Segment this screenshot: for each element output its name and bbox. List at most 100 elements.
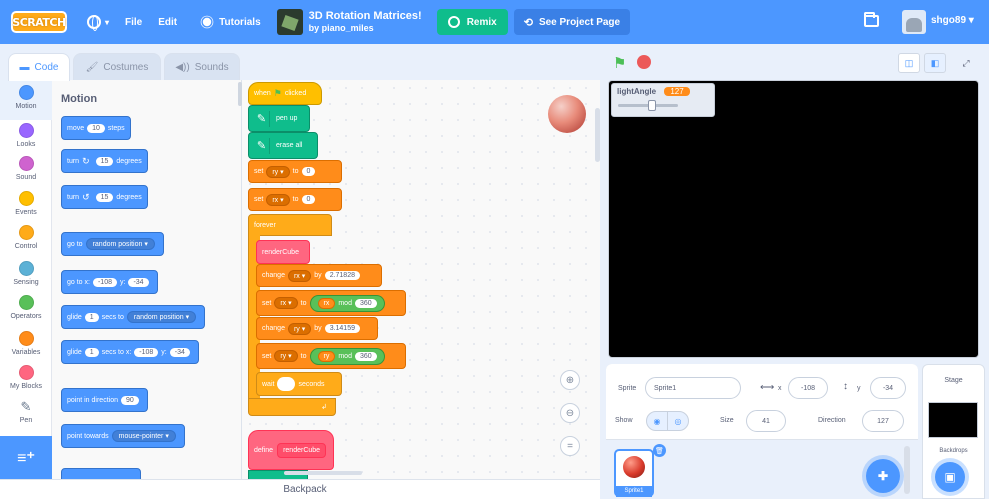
- dropdown-input[interactable]: random position ▾: [126, 311, 197, 323]
- remix-button[interactable]: Remix: [436, 9, 508, 35]
- variable-reporter[interactable]: ry: [317, 350, 336, 362]
- variable-dropdown[interactable]: rx ▾: [287, 269, 312, 282]
- tab-costumes[interactable]: 🖌 Costumes: [73, 53, 161, 80]
- block-go-to[interactable]: go to random position ▾: [61, 232, 164, 256]
- zoom-in-button[interactable]: ⊕: [560, 370, 580, 390]
- block-when-flag-clicked[interactable]: when ⚑ clicked: [248, 82, 322, 105]
- operator-mod[interactable]: rx mod 360: [309, 294, 385, 312]
- edit-menu[interactable]: Edit: [150, 0, 185, 44]
- hide-sprite-button[interactable]: ◎: [667, 411, 689, 431]
- my-stuff-folder-icon[interactable]: [864, 12, 879, 27]
- x-position-input[interactable]: -108: [788, 377, 828, 399]
- direction-input[interactable]: 127: [862, 410, 904, 432]
- stage-canvas[interactable]: lightAngle 127: [608, 80, 979, 358]
- fullscreen-button[interactable]: ⤢: [955, 53, 977, 73]
- block-point-direction[interactable]: point in direction 90: [61, 388, 148, 412]
- scratch-logo[interactable]: SCRATCH: [11, 11, 67, 33]
- block-point-towards[interactable]: point towards mouse-pointer ▾: [61, 424, 185, 448]
- number-input[interactable]: -34: [128, 277, 149, 287]
- block-render-cube-call[interactable]: renderCube: [256, 240, 310, 264]
- large-stage-button[interactable]: ◧: [924, 53, 946, 73]
- category-events[interactable]: Events: [0, 188, 52, 216]
- category-variables[interactable]: Variables: [0, 328, 52, 356]
- number-input[interactable]: 10: [87, 123, 105, 133]
- category-operators[interactable]: Operators: [0, 292, 52, 320]
- stop-button[interactable]: [637, 55, 651, 69]
- value-input[interactable]: 360: [354, 298, 377, 308]
- category-sensing[interactable]: Sensing: [0, 258, 52, 286]
- category-my-blocks[interactable]: My Blocks: [0, 362, 52, 390]
- add-backdrop-button[interactable]: ▣: [935, 462, 965, 492]
- number-input[interactable]: 15: [95, 156, 114, 166]
- sprite-name-input[interactable]: Sprite1: [645, 377, 741, 399]
- number-input[interactable]: -108: [92, 277, 117, 287]
- project-title-block[interactable]: 3D Rotation Matrices! by piano_miles: [309, 10, 422, 34]
- zoom-reset-button[interactable]: =: [560, 436, 580, 456]
- green-flag-button[interactable]: ⚑: [613, 54, 626, 72]
- block-define-render-cube[interactable]: define renderCube: [248, 430, 334, 470]
- dropdown-input[interactable]: mouse-pointer ▾: [111, 430, 176, 442]
- operator-mod[interactable]: ry mod 360: [309, 347, 385, 365]
- zoom-out-button[interactable]: ⊖: [560, 403, 580, 423]
- number-input[interactable]: 1: [84, 347, 99, 357]
- variable-reporter[interactable]: rx: [317, 297, 336, 309]
- small-stage-button[interactable]: ◫: [898, 53, 920, 73]
- number-input[interactable]: -108: [134, 347, 159, 357]
- tab-code[interactable]: ▬ Code: [8, 53, 70, 81]
- block-set-ry-mod[interactable]: set ry ▾ to ry mod 360: [256, 343, 406, 369]
- account-menu[interactable]: shgo89 ▾: [931, 15, 974, 26]
- value-input[interactable]: [277, 377, 296, 391]
- size-input[interactable]: 41: [746, 410, 786, 432]
- value-input[interactable]: 360: [354, 351, 377, 361]
- block-change-rx[interactable]: change rx ▾ by 2.71828: [256, 264, 382, 287]
- file-menu[interactable]: File: [117, 0, 150, 44]
- block-go-to-xy[interactable]: go to x: -108 y: -34: [61, 270, 158, 294]
- backpack[interactable]: Backpack: [0, 479, 600, 499]
- avatar[interactable]: [902, 10, 926, 34]
- block-glide-xy[interactable]: glide 1 secs to x: -108 y: -34: [61, 340, 199, 364]
- block-set-rx[interactable]: set rx ▾ to 0: [248, 188, 342, 211]
- block-forever[interactable]: forever: [248, 214, 332, 236]
- category-control[interactable]: Control: [0, 222, 52, 250]
- variable-dropdown[interactable]: rx ▾: [274, 297, 298, 309]
- add-extension-button[interactable]: ≡⁺: [0, 436, 52, 479]
- category-sound[interactable]: Sound: [0, 153, 52, 181]
- category-looks[interactable]: Looks: [0, 120, 52, 148]
- value-input[interactable]: 0: [301, 167, 316, 176]
- sprite-list-scrollbar[interactable]: [904, 446, 910, 494]
- value-input[interactable]: 2.71828: [324, 271, 360, 280]
- block-set-rx-mod[interactable]: set rx ▾ to rx mod 360: [256, 290, 406, 316]
- number-input[interactable]: -34: [169, 347, 190, 357]
- category-motion[interactable]: Motion: [0, 80, 52, 120]
- block-change-ry[interactable]: change ry ▾ by 3.14159: [256, 317, 378, 340]
- script-vertical-scrollbar[interactable]: [595, 108, 600, 162]
- tab-sounds[interactable]: ◀)) Sounds: [164, 53, 240, 80]
- number-input[interactable]: 15: [95, 192, 114, 202]
- value-input[interactable]: 3.14159: [324, 324, 360, 333]
- variable-dropdown[interactable]: ry ▾: [287, 322, 312, 335]
- language-menu[interactable]: ▾: [79, 0, 117, 44]
- block-wait[interactable]: wait seconds: [256, 372, 342, 396]
- block-pen-up[interactable]: ✎ pen up: [248, 105, 310, 132]
- block-move-steps[interactable]: move 10 steps: [61, 116, 131, 140]
- slider-handle[interactable]: [648, 100, 656, 111]
- variable-monitor[interactable]: lightAngle 127: [611, 83, 715, 117]
- block-set-ry[interactable]: set ry ▾ to 0: [248, 160, 342, 183]
- monitor-slider[interactable]: [618, 100, 678, 111]
- block-turn-left[interactable]: turn ↺ 15 degrees: [61, 185, 148, 209]
- sprite-tile[interactable]: Sprite1: [614, 449, 654, 497]
- number-input[interactable]: 90: [120, 395, 139, 405]
- number-input[interactable]: 1: [84, 312, 99, 322]
- block-turn-right[interactable]: turn ↻ 15 degrees: [61, 149, 148, 173]
- block-erase-all[interactable]: ✎ erase all: [248, 132, 318, 159]
- value-input[interactable]: 0: [301, 195, 316, 204]
- add-sprite-button[interactable]: ✚: [866, 459, 900, 493]
- see-project-page-button[interactable]: ⟲ See Project Page: [513, 9, 631, 35]
- show-sprite-button[interactable]: ◉: [646, 411, 668, 431]
- variable-dropdown[interactable]: ry ▾: [266, 165, 290, 178]
- block-partial[interactable]: [61, 468, 141, 479]
- variable-dropdown[interactable]: ry ▾: [274, 350, 298, 362]
- tutorials-button[interactable]: Tutorials: [193, 0, 268, 44]
- variable-dropdown[interactable]: rx ▾: [266, 193, 290, 206]
- y-position-input[interactable]: -34: [870, 377, 906, 399]
